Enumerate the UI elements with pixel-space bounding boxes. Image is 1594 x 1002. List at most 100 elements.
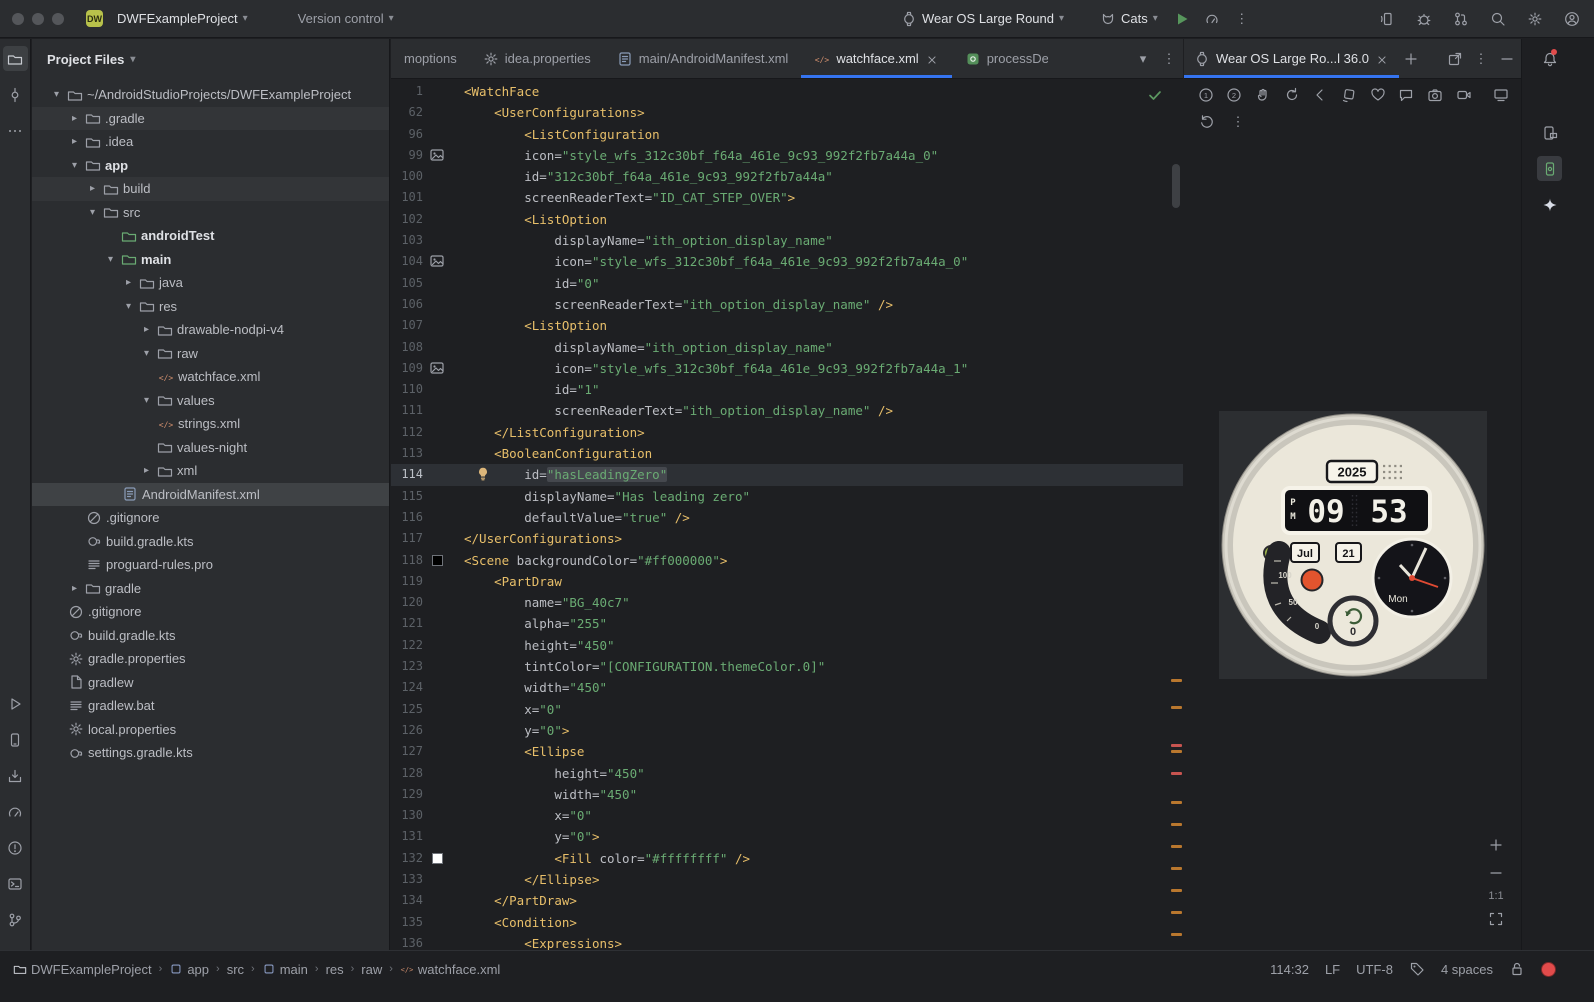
build-button[interactable]: [3, 763, 28, 788]
more-button[interactable]: ⋮: [1227, 111, 1249, 133]
gemini-button[interactable]: [1537, 192, 1562, 217]
device-manager-button[interactable]: [3, 727, 28, 752]
camera-button[interactable]: [1425, 84, 1445, 106]
color-swatch-black[interactable]: [432, 554, 443, 566]
button-1-button[interactable]: 1: [1196, 84, 1216, 106]
bug-report-button[interactable]: [1412, 7, 1436, 31]
code-line-132[interactable]: 132 <Fill color="#ffffffff" />: [391, 848, 1183, 869]
version-control-button[interactable]: [3, 907, 28, 932]
tree-item-settings-gradle-kts[interactable]: settings.gradle.kts: [32, 741, 389, 765]
device-tab[interactable]: Wear OS Large Ro...l 36.0: [1184, 39, 1399, 78]
hide-panel-icon[interactable]: [1499, 51, 1515, 67]
tree-item-androidtest[interactable]: androidTest: [32, 224, 389, 248]
chevron-down-icon[interactable]: ▾: [102, 254, 119, 265]
warning-stripe-mark[interactable]: [1171, 801, 1182, 804]
version-control-menu[interactable]: Version control ▾: [292, 7, 400, 30]
code-line-134[interactable]: 134 </PartDraw>: [391, 890, 1183, 911]
error-indicator[interactable]: [1541, 961, 1556, 977]
tag-icon[interactable]: [1409, 961, 1425, 977]
close-device-tab-icon[interactable]: [1375, 52, 1389, 66]
tree-item-drawable-nodpi-v4[interactable]: ▸ drawable-nodpi-v4: [32, 318, 389, 342]
tree-item-gradle[interactable]: ▸ gradle: [32, 577, 389, 601]
code-line-135[interactable]: 135 <Condition>: [391, 912, 1183, 933]
tree-item-gradlew-bat[interactable]: gradlew.bat: [32, 694, 389, 718]
terminal-button[interactable]: [3, 871, 28, 896]
tree-item-build-gradle-kts[interactable]: build.gradle.kts: [32, 530, 389, 554]
tree-item-app[interactable]: ▾ app: [32, 154, 389, 178]
tree-item-raw[interactable]: ▾ raw: [32, 342, 389, 366]
screen-record-button[interactable]: [1491, 84, 1511, 106]
more-button[interactable]: [3, 118, 28, 143]
breadcrumb-item-res[interactable]: res: [326, 962, 344, 977]
warning-stripe-mark[interactable]: [1171, 706, 1182, 709]
zoom-out-button[interactable]: [1485, 862, 1507, 884]
code-line-109[interactable]: 109 icon="style_wfs_312c30bf_f64a_461e_9…: [391, 358, 1183, 379]
search-button[interactable]: [1486, 7, 1510, 31]
window-close-button[interactable]: [12, 12, 24, 25]
code-line-112[interactable]: 112 </ListConfiguration>: [391, 422, 1183, 443]
code-line-96[interactable]: 96 <ListConfiguration: [391, 124, 1183, 145]
code-line-107[interactable]: 107 <ListOption: [391, 315, 1183, 336]
back-button[interactable]: [1311, 84, 1331, 106]
code-line-127[interactable]: 127 <Ellipse: [391, 741, 1183, 762]
project-button[interactable]: [2, 46, 28, 71]
editor-tab-moptions[interactable]: moptions: [391, 39, 470, 78]
tree-item-java[interactable]: ▸ java: [32, 271, 389, 295]
palm-button[interactable]: [1253, 84, 1273, 106]
line-ending[interactable]: LF: [1325, 962, 1340, 977]
breadcrumb-item-app[interactable]: app: [169, 961, 209, 977]
chat-button[interactable]: [1396, 84, 1416, 106]
code-line-114[interactable]: 114 id="hasLeadingZero": [391, 464, 1183, 486]
warning-stripe-mark[interactable]: [1171, 911, 1182, 914]
user-avatar-button[interactable]: [1560, 7, 1584, 31]
editor-tab-watchface-xml[interactable]: </> watchface.xml: [801, 39, 953, 78]
warning-stripe-mark[interactable]: [1171, 867, 1182, 870]
window-zoom-button[interactable]: [52, 12, 64, 25]
color-swatch-white[interactable]: [432, 852, 443, 864]
window-minimize-button[interactable]: [32, 12, 44, 25]
indent-setting[interactable]: 4 spaces: [1441, 962, 1493, 977]
warning-stripe-mark[interactable]: [1171, 889, 1182, 892]
code-line-131[interactable]: 131 y="0">: [391, 826, 1183, 847]
run-configuration-selector[interactable]: Cats ▾: [1094, 7, 1164, 31]
code-line-108[interactable]: 108 displayName="ith_option_display_name…: [391, 337, 1183, 358]
zoom-in-button[interactable]: [1485, 834, 1507, 856]
problems-button[interactable]: [3, 835, 28, 860]
tree-item-androidmanifest-xml[interactable]: AndroidManifest.xml: [32, 482, 389, 506]
project-selector[interactable]: DWFExampleProject ▾: [111, 7, 254, 30]
chevron-right-icon[interactable]: ▸: [138, 324, 155, 335]
tree-item-xml[interactable]: ▸ xml: [32, 459, 389, 483]
chevron-down-icon[interactable]: ▾: [138, 348, 155, 359]
warning-stripe-mark[interactable]: [1171, 823, 1182, 826]
tree-item-res[interactable]: ▾ res: [32, 295, 389, 319]
tab-list-chevron-icon[interactable]: ▾: [1135, 51, 1151, 67]
chevron-right-icon[interactable]: ▸: [138, 465, 155, 476]
code-line-118[interactable]: 118 <Scene backgroundColor="#ff000000">: [391, 550, 1183, 571]
mirror-device-button[interactable]: [1375, 7, 1399, 31]
notifications-button[interactable]: [1537, 46, 1562, 71]
tree-item-gradle-properties[interactable]: gradle.properties: [32, 647, 389, 671]
chevron-right-icon[interactable]: ▸: [120, 277, 137, 288]
open-in-window-icon[interactable]: [1447, 51, 1463, 67]
rotary-button[interactable]: [1282, 84, 1302, 106]
tree-item-proguard-rules-pro[interactable]: proguard-rules.pro: [32, 553, 389, 577]
warning-stripe-mark[interactable]: [1171, 744, 1182, 747]
heart-rate-button[interactable]: [1368, 84, 1388, 106]
chevron-right-icon[interactable]: ▸: [66, 583, 83, 594]
reset-button[interactable]: [1196, 111, 1218, 133]
breadcrumb-item-main[interactable]: main: [262, 961, 308, 977]
caret-position[interactable]: 114:32: [1270, 962, 1309, 977]
device-panel-options-icon[interactable]: ⋮: [1473, 51, 1489, 67]
code-line-128[interactable]: 128 height="450": [391, 763, 1183, 784]
code-line-105[interactable]: 105 id="0": [391, 273, 1183, 294]
breadcrumb-item-dwfexampleproject[interactable]: DWFExampleProject: [13, 961, 152, 977]
editor-tab-main-androidmanifest-xml[interactable]: main/AndroidManifest.xml: [604, 39, 802, 78]
tree-item-gitignore[interactable]: .gitignore: [32, 506, 389, 530]
code-line-120[interactable]: 120 name="BG_40c7": [391, 592, 1183, 613]
editor-tab-processdebug[interactable]: processDebug: [952, 39, 1048, 78]
device-screen[interactable]: 2025 P M 09 53 Jul 21 100 50 0 Mon 0: [1219, 411, 1487, 679]
tree-item-watchface-xml[interactable]: </> watchface.xml: [32, 365, 389, 389]
warning-stripe-mark[interactable]: [1171, 933, 1182, 936]
project-panel-header[interactable]: Project Files ▾: [32, 39, 389, 79]
device-selector[interactable]: Wear OS Large Round ▾: [895, 7, 1070, 31]
